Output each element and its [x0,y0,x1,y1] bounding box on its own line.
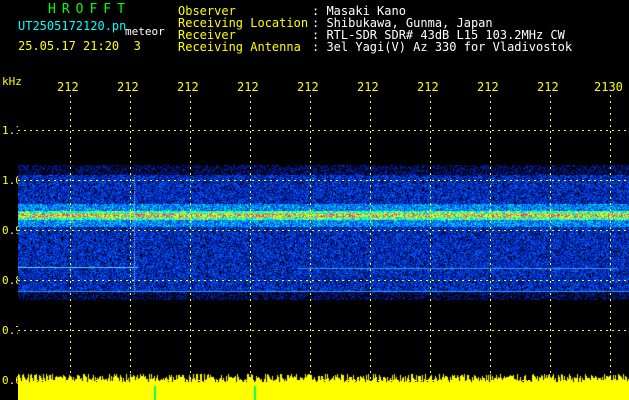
grid-line-vertical [490,95,491,400]
grid-line-horizontal [18,280,629,281]
grid-line-horizontal [18,130,629,131]
info-label-antenna: Receiving Antenna [178,40,301,54]
y-axis-unit: kHz [2,75,22,88]
x-tick-label: 212 [477,80,499,94]
x-tick-label: 212 [177,80,199,94]
file-name-suffix: meteor [125,25,165,38]
grid-line-vertical [370,95,371,400]
spectrogram-canvas [18,95,629,400]
x-tick-label: 212 [237,80,259,94]
file-name: UT2505172120.pn [18,19,127,33]
x-tick-label: 2130 [594,80,623,94]
info-value-antenna: : 3el Yagi(V) Az 330 for Vladivostok [312,40,573,54]
file-date: 25.05.17 21:20 3 [18,40,141,52]
x-tick-label: 212 [537,80,559,94]
date-extra: 3 [133,39,141,53]
grid-line-vertical [310,95,311,400]
x-tick-label: 212 [357,80,379,94]
grid-line-horizontal [18,180,629,181]
waterfall-plot [18,95,629,400]
grid-line-vertical [70,95,71,400]
grid-line-horizontal [18,380,629,381]
x-tick-label: 212 [417,80,439,94]
grid-line-vertical [250,95,251,400]
grid-line-horizontal [18,230,629,231]
grid-line-vertical [190,95,191,400]
date-value: 25.05.17 21:20 [18,39,120,53]
grid-line-vertical [610,95,611,400]
grid-line-vertical [130,95,131,400]
x-tick-label: 212 [57,80,79,94]
hrofft-title: HROFFT [48,2,131,17]
grid-line-horizontal [18,330,629,331]
grid-line-vertical [430,95,431,400]
grid-line-vertical [550,95,551,400]
x-tick-label: 212 [297,80,319,94]
x-tick-label: 212 [117,80,139,94]
